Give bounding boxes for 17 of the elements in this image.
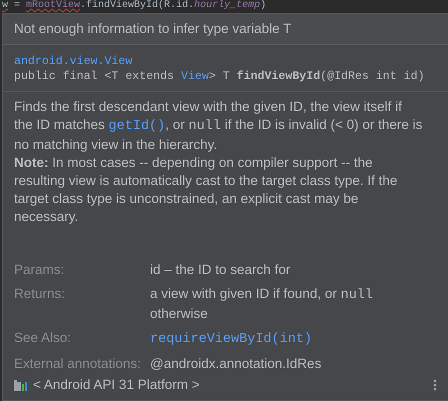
code-line: w = mRootView.findViewById(R.id.hourly_temp) xyxy=(2,0,266,12)
method-signature: public final <T extends View> T findViewById(@IdRes int id) xyxy=(14,70,426,83)
section-label: Params: xyxy=(14,261,66,279)
section-value: @androidx.annotation.IdRes xyxy=(150,355,322,373)
library-icon xyxy=(14,378,28,390)
method-link[interactable]: getId() xyxy=(108,119,166,134)
section-label: Returns: xyxy=(14,285,66,303)
method-link[interactable]: requireViewById(int) xyxy=(150,332,312,347)
more-options-icon[interactable] xyxy=(433,378,437,390)
section-value: a view with given ID if found, or null otherwise xyxy=(150,285,374,323)
error-message: Not enough information to infer type variable T xyxy=(14,21,292,36)
description-text: Finds the first descendant view with the given ID, the view itself if the ID matches getId(), or null if the ID is invalid (< 0) or there is no matching view in the hierarchy. Note: In most cases -- depending on compiler support -- the resulting view is automatically cast to the target class type. If the target class type is unconstrained, an explicit cast may be necessary. xyxy=(13,98,424,226)
class-name: android.view.View xyxy=(14,55,134,68)
section-label: External annotations: xyxy=(14,355,142,373)
section-value: id – the ID to search for xyxy=(150,261,292,279)
section-label: See Also: xyxy=(14,329,72,347)
library-name: < Android API 31 Platform > xyxy=(33,377,200,392)
